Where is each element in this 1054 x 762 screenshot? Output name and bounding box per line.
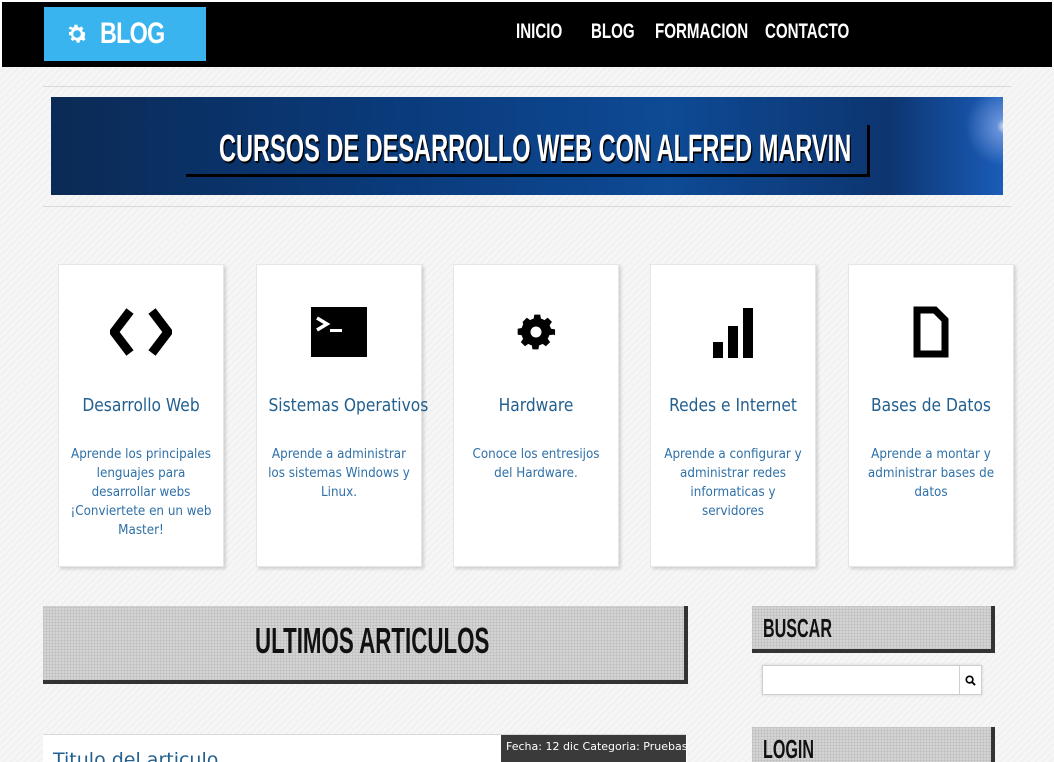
- search-input[interactable]: [763, 666, 959, 694]
- card-description: Aprende los principales lenguajes para d…: [70, 447, 212, 538]
- gear-icon: [517, 314, 556, 350]
- card-description: Aprende a montar y administrar bases de …: [867, 447, 995, 500]
- hero-banner: CURSOS DE DESARROLLO WEB CON ALFRED MARV…: [51, 97, 1003, 195]
- sidebar-header-buscar: BUSCAR: [752, 606, 995, 653]
- site-logo[interactable]: BLOG: [44, 7, 206, 61]
- signal-bars-icon: [713, 308, 753, 358]
- search-icon: [965, 674, 976, 686]
- code-icon: [110, 308, 172, 356]
- card-title: Redes e Internet: [669, 395, 797, 416]
- nav-contacto[interactable]: CONTACTO: [765, 20, 849, 44]
- card-title: Bases de Datos: [871, 395, 991, 416]
- logo-text: BLOG: [100, 17, 165, 50]
- article-title[interactable]: Titulo del articulo: [53, 749, 218, 762]
- divider: [43, 206, 1011, 207]
- card-hardware[interactable]: Hardware Conoce los entresijos del Hardw…: [453, 264, 619, 567]
- banner-glow: [963, 97, 1003, 195]
- card-title: Hardware: [498, 395, 574, 416]
- gear-icon: [68, 24, 88, 43]
- search-button[interactable]: [959, 666, 981, 694]
- card-title: Sistemas Operativos: [268, 395, 429, 416]
- terminal-icon: [311, 307, 367, 357]
- article-meta: Fecha: 12 dic Categoria: Pruebas: [501, 735, 686, 762]
- search-form: [762, 665, 982, 695]
- card-redes-internet[interactable]: Redes e Internet Aprende a configurar y …: [650, 264, 816, 567]
- document-icon: [913, 306, 949, 358]
- card-title: Desarrollo Web: [82, 395, 200, 416]
- nav-inicio[interactable]: INICIO: [516, 20, 562, 44]
- nav-formacion[interactable]: FORMACION: [655, 20, 748, 44]
- nav-blog[interactable]: BLOG: [591, 20, 635, 44]
- card-desarrollo-web[interactable]: Desarrollo Web Aprende los principales l…: [58, 264, 224, 567]
- sidebar-header-login: LOGIN: [752, 727, 995, 762]
- section-header-ultimos: ULTIMOS ARTICULOS: [43, 606, 688, 684]
- section-title: ULTIMOS ARTICULOS: [255, 620, 490, 661]
- card-description: Conoce los entresijos del Hardware.: [472, 447, 600, 481]
- banner-title: CURSOS DE DESARROLLO WEB CON ALFRED MARV…: [219, 128, 852, 170]
- card-description: Aprende a configurar y administrar redes…: [664, 447, 802, 519]
- card-sistemas-operativos[interactable]: Sistemas Operativos Aprende a administra…: [256, 264, 429, 567]
- card-description: Aprende a administrar los sistemas Windo…: [268, 447, 410, 500]
- site-header: BLOG INICIO BLOG FORMACION CONTACTO: [0, 0, 1054, 67]
- sidebar-search-title: BUSCAR: [763, 613, 832, 643]
- divider: [43, 86, 1011, 87]
- card-bases-de-datos[interactable]: Bases de Datos Aprende a montar y admini…: [848, 264, 1014, 567]
- sidebar-login-title: LOGIN: [763, 734, 815, 762]
